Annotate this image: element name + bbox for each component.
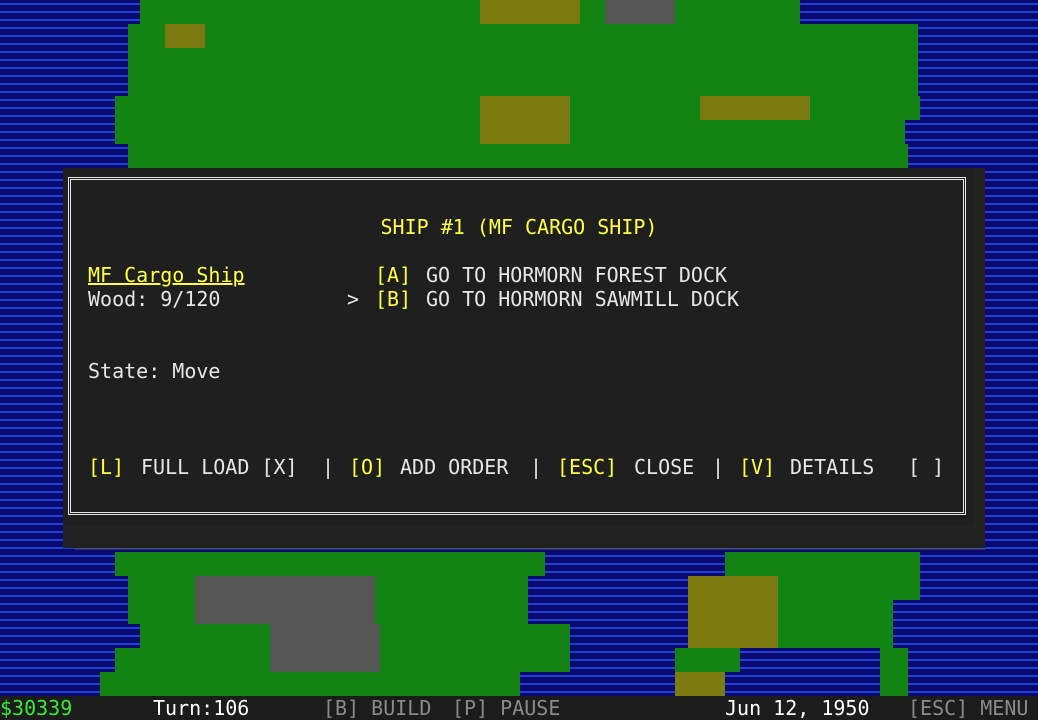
separator: | xyxy=(712,455,725,479)
separator: | xyxy=(530,455,543,479)
sand-patch xyxy=(675,672,725,696)
sand-patch xyxy=(688,576,778,648)
mountain-patch xyxy=(195,576,375,624)
top-island-terrain xyxy=(128,144,908,168)
money-display: $30339 xyxy=(0,696,73,720)
right-island-terrain xyxy=(880,648,908,696)
top-island-terrain xyxy=(128,24,918,48)
action-key: [ESC] xyxy=(557,455,618,479)
order-key: [A] xyxy=(375,263,412,287)
cargo-label: Wood: 9/120 xyxy=(88,287,221,311)
order-key: [B] xyxy=(375,287,412,311)
turn-counter: Turn:106 xyxy=(153,696,250,720)
bottom-island-terrain xyxy=(115,552,545,576)
action-label: DETAILS xyxy=(790,455,875,479)
action-key: [O] xyxy=(349,455,386,479)
action-key: [V] xyxy=(739,455,776,479)
top-island-terrain xyxy=(128,48,918,72)
action-label: CLOSE xyxy=(634,455,695,479)
action-label: FULL LOAD [X] xyxy=(141,455,298,479)
order-label: GO TO HORMORN SAWMILL DOCK xyxy=(426,287,740,311)
right-island-terrain xyxy=(725,552,920,576)
game-date: Jun 12, 1950 xyxy=(725,696,870,720)
ship-name-link[interactable]: MF Cargo Ship xyxy=(88,263,245,287)
ship-state: State: Move xyxy=(88,359,221,383)
action-label: ADD ORDER xyxy=(400,455,509,479)
separator: | xyxy=(322,455,335,479)
mountain-patch xyxy=(605,0,675,24)
details-checkbox[interactable]: [ ] xyxy=(908,455,944,479)
build-button[interactable]: [B] BUILD xyxy=(323,696,431,720)
sand-patch xyxy=(700,96,810,120)
selected-marker: > xyxy=(347,287,360,311)
action-key: [L] xyxy=(88,455,125,479)
sand-patch xyxy=(480,0,580,24)
sand-patch xyxy=(480,96,570,144)
menu-button[interactable]: [ESC] MENU xyxy=(908,696,1028,720)
order-label: GO TO HORMORN FOREST DOCK xyxy=(426,263,728,287)
mountain-patch xyxy=(270,624,380,672)
dialog-title: SHIP #1 (MF CARGO SHIP) xyxy=(380,215,658,239)
top-island-terrain xyxy=(128,72,918,96)
pause-button[interactable]: [P] PAUSE xyxy=(452,696,560,720)
bottom-island-terrain xyxy=(100,672,520,696)
status-bar: $30339 Turn:106 [B] BUILD [P] PAUSE Jun … xyxy=(0,696,1038,720)
top-island-terrain xyxy=(140,0,800,24)
sand-patch xyxy=(165,24,205,48)
right-island-terrain xyxy=(675,648,740,672)
